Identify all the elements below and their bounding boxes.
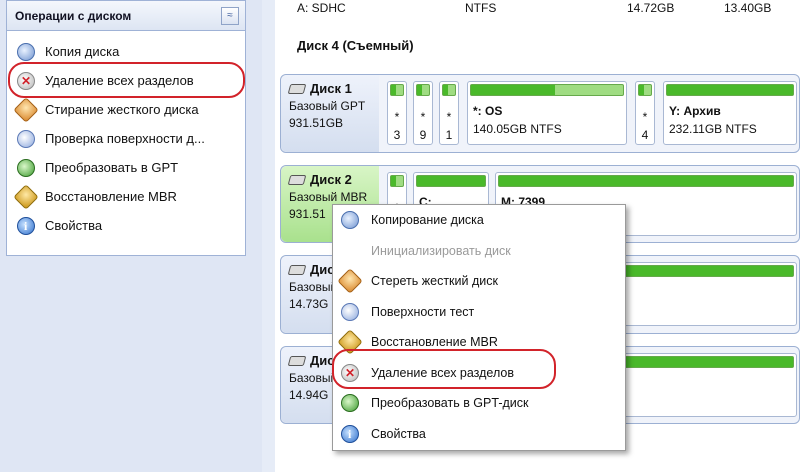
disk-operations-panel: Операции с диском ≈ Копия диска Удаление…: [6, 0, 246, 256]
ctx-wipe-disk[interactable]: Стереть жесткий диск: [333, 266, 625, 297]
partition-block[interactable]: * 3: [387, 81, 407, 145]
wipe-disk-icon: [13, 96, 39, 123]
disk-type: Базовый GPT: [289, 99, 366, 113]
partition-num: 4: [641, 128, 649, 142]
surface-test-icon: [341, 302, 359, 321]
disk-operations-list: Копия диска Удаление всех разделов Стира…: [7, 31, 245, 240]
op-label: Свойства: [45, 218, 103, 233]
op-label: Удаление всех разделов: [45, 73, 194, 88]
convert-gpt-icon: [17, 158, 35, 177]
delete-partitions-icon: [17, 71, 35, 90]
op-label: Восстановление MBR: [45, 189, 177, 204]
disk-copy-icon: [341, 211, 359, 230]
partition-usage-bar: [470, 84, 624, 96]
disk-operations-title: Операции с диском: [15, 8, 132, 23]
disk-name: Диск 1: [310, 81, 352, 96]
section-title: Диск 4 (Съемный): [297, 38, 414, 53]
op-convert-gpt[interactable]: Преобразовать в GPT: [17, 153, 245, 182]
partition-label: *: OS: [473, 104, 503, 118]
disk-card[interactable]: Диск 1 Базовый GPT 931.51GB: [281, 75, 379, 152]
op-label: Преобразовать в GPT: [45, 160, 179, 175]
partition-block[interactable]: * 4: [635, 81, 655, 145]
partition-char: *: [642, 110, 648, 124]
disk-drive-icon: [287, 83, 307, 94]
partition-usage-bar: [390, 84, 404, 96]
partition-usage-bar: [442, 84, 456, 96]
partition-block[interactable]: Y: Архив 232.11GB NTFS: [663, 81, 797, 145]
disk-row-1[interactable]: Диск 1 Базовый GPT 931.51GB * 3 * 9 * 1 …: [280, 74, 800, 153]
partition-usage-bar: [666, 84, 794, 96]
ctx-convert-gpt[interactable]: Преобразовать в GPT-диск: [333, 388, 625, 419]
partition-capacity: 14.72GB: [627, 1, 675, 15]
ctx-label: Свойства: [371, 426, 426, 441]
ctx-label: Стереть жесткий диск: [371, 274, 498, 289]
partition-usage-bar: [390, 175, 404, 187]
partition-info: 140.05GB NTFS: [473, 122, 562, 136]
disk-type: Базовый MBR: [289, 190, 368, 204]
partition-usage-bar: [498, 175, 794, 187]
delete-partitions-icon: [341, 363, 359, 382]
blank-icon: [341, 242, 359, 260]
partition-row-sdhc[interactable]: A: SDHC NTFS 14.72GB 13.40GB: [275, 0, 800, 20]
op-surface-test[interactable]: Проверка поверхности д...: [17, 124, 245, 153]
ctx-label: Поверхности тест: [371, 304, 475, 319]
wipe-disk-icon: [337, 268, 363, 294]
left-panel: Операции с диском ≈ Копия диска Удаление…: [0, 0, 262, 472]
partition-used: 13.40GB: [724, 1, 772, 15]
ctx-initialize-disk[interactable]: Инициализировать диск: [333, 236, 625, 267]
op-disk-copy[interactable]: Копия диска: [17, 37, 245, 66]
disk-name: Диск 2: [310, 172, 352, 187]
partition-char: *: [394, 110, 400, 124]
partition-num: 1: [445, 128, 453, 142]
disk-copy-icon: [17, 42, 35, 61]
disk-operations-header: Операции с диском ≈: [7, 1, 245, 31]
partition-usage-bar: [416, 84, 430, 96]
rebuild-mbr-icon: [337, 329, 363, 355]
ctx-label: Преобразовать в GPT-диск: [371, 396, 529, 411]
op-wipe-disk[interactable]: Стирание жесткого диска: [13, 95, 245, 124]
partition-block[interactable]: * 9: [413, 81, 433, 145]
collapse-panel-button[interactable]: ≈: [221, 6, 239, 25]
partition-num: 3: [393, 128, 401, 142]
op-rebuild-mbr[interactable]: Восстановление MBR: [13, 182, 245, 211]
ctx-disk-copy[interactable]: Копирование диска: [333, 205, 625, 236]
ctx-delete-all-partitions[interactable]: Удаление всех разделов: [333, 358, 625, 389]
ctx-label: Восстановление MBR: [371, 335, 498, 350]
convert-gpt-icon: [341, 394, 359, 413]
partition-block[interactable]: * 1: [439, 81, 459, 145]
op-label: Проверка поверхности д...: [45, 131, 205, 146]
partition-num: 9: [419, 128, 427, 142]
partition-name: A: SDHC: [297, 1, 346, 15]
partition-usage-bar: [638, 84, 652, 96]
properties-icon: [341, 424, 359, 443]
op-delete-all-partitions[interactable]: Удаление всех разделов: [17, 66, 245, 95]
ctx-label: Удаление всех разделов: [371, 365, 514, 380]
disk-size: 931.51GB: [289, 116, 344, 130]
ctx-rebuild-mbr[interactable]: Восстановление MBR: [333, 327, 625, 358]
partition-label: Y: Архив: [669, 104, 721, 118]
op-properties[interactable]: Свойства: [17, 211, 245, 240]
ctx-label: Копирование диска: [371, 213, 484, 228]
partition-char: *: [446, 110, 452, 124]
context-menu: Копирование диска Инициализировать диск …: [332, 204, 626, 451]
properties-icon: [17, 216, 35, 235]
ctx-properties[interactable]: Свойства: [333, 419, 625, 450]
partition-usage-bar: [416, 175, 486, 187]
disk-drive-icon: [287, 264, 307, 275]
disk-drive-icon: [287, 174, 307, 185]
partition-char: *: [420, 110, 426, 124]
op-label: Стирание жесткого диска: [45, 102, 199, 117]
op-label: Копия диска: [45, 44, 120, 59]
ctx-label: Инициализировать диск: [371, 243, 511, 258]
surface-test-icon: [17, 129, 35, 148]
partition-fs: NTFS: [465, 1, 497, 15]
rebuild-mbr-icon: [13, 183, 39, 210]
ctx-surface-test[interactable]: Поверхности тест: [333, 297, 625, 328]
disk-drive-icon: [287, 355, 307, 366]
partition-info: 232.11GB NTFS: [669, 122, 757, 136]
partition-block[interactable]: *: OS 140.05GB NTFS: [467, 81, 627, 145]
